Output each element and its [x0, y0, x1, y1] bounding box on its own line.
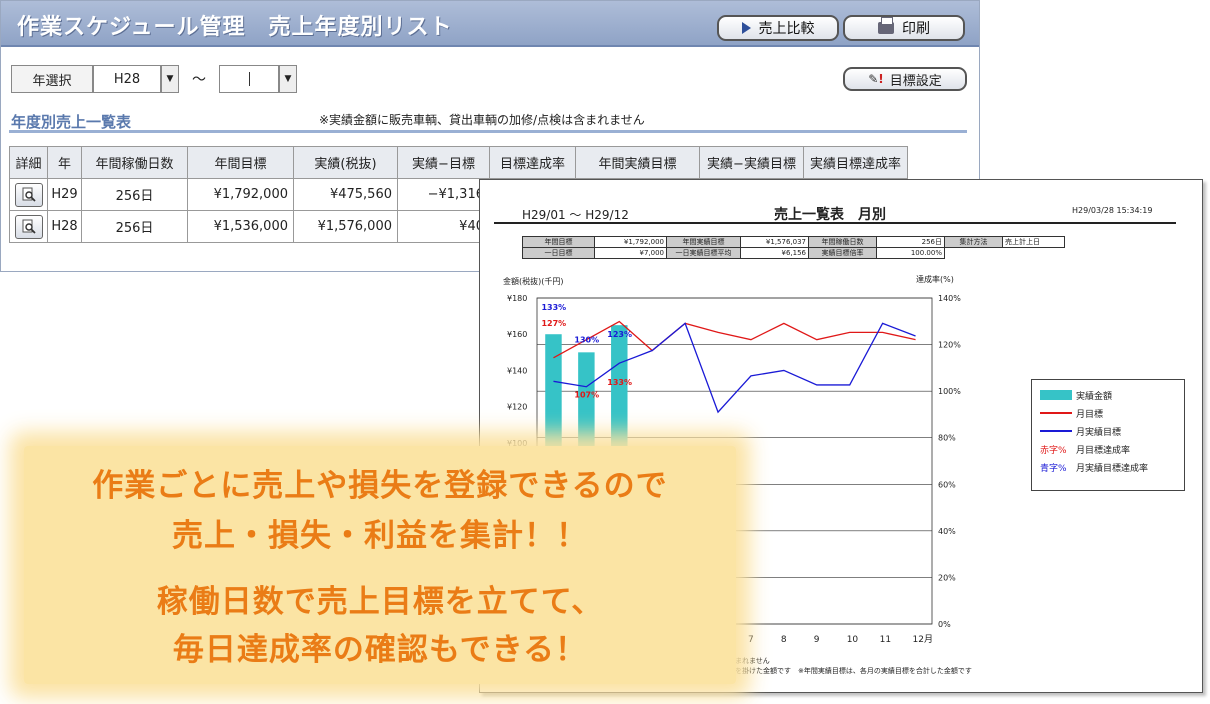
- days-cell: 256日: [81, 178, 188, 211]
- x-tick-label: 12: [913, 635, 924, 645]
- legend-item: 青字% 月実績目標達成率: [1040, 460, 1148, 474]
- callout-line: 売上・損失・利益を集計！！: [172, 518, 588, 554]
- footnote-line: 含まれません: [728, 657, 770, 665]
- legend-swatch: [1040, 430, 1072, 432]
- year-cell: H29: [47, 178, 82, 211]
- legend-label: 月実績目標達成率: [1076, 463, 1149, 474]
- chart-legend: 実績金額 月目標 月実績目標 赤字% 月目標達成率 青字% 月実績目標達成率: [1031, 379, 1185, 491]
- print-button[interactable]: 印刷: [843, 15, 965, 41]
- section-divider: [9, 130, 967, 133]
- chevron-down-icon[interactable]: ▼: [161, 65, 179, 93]
- rate-annotation: 107%: [574, 390, 599, 399]
- compare-button-label: 売上比較: [758, 21, 815, 37]
- section-title: 年度別売上一覧表: [11, 113, 132, 131]
- diff-cell: −¥1,316: [397, 178, 490, 211]
- header-goal-rate: 目標達成率: [489, 146, 576, 179]
- left-tick-label: ¥120: [507, 403, 527, 412]
- header-year: 年: [47, 146, 82, 179]
- magnifier-icon[interactable]: [14, 182, 43, 207]
- x-tick-label: 7: [748, 635, 754, 645]
- legend-key-text: 青字%: [1040, 463, 1067, 474]
- page-title: 作業スケジュール管理 売上年度別リスト: [17, 15, 453, 40]
- callout-line: 毎日達成率の確認もできる！: [172, 632, 588, 668]
- legend-item: 月目標: [1040, 406, 1103, 420]
- table-header-row: 詳細 年 年間稼働日数 年間目標 実績(税抜) 実績−目標 目標達成率 年間実績…: [9, 146, 908, 179]
- legend-item: 赤字% 月目標達成率: [1040, 442, 1130, 456]
- header-working-days: 年間稼働日数: [81, 146, 188, 179]
- actual-cell: ¥1,576,000: [293, 210, 398, 243]
- chevron-down-icon[interactable]: ▼: [279, 65, 297, 93]
- compare-button[interactable]: 売上比較: [717, 15, 839, 41]
- callout-line: 作業ごとに売上や損失を登録できるので: [92, 468, 668, 504]
- diff-cell: ¥40: [397, 210, 490, 243]
- x-tick-label: 10: [847, 635, 859, 645]
- legend-key-text: 赤字%: [1040, 445, 1067, 456]
- promo-callout: 作業ごとに売上や損失を登録できるので 売上・損失・利益を集計！！ 稼働日数で売上…: [24, 446, 736, 684]
- left-tick-label: ¥160: [507, 330, 527, 339]
- y-left-axis-label: 金額(税抜)(千円): [503, 276, 563, 286]
- legend-label: 月目標達成率: [1076, 445, 1131, 456]
- from-year-select[interactable]: H28: [93, 65, 161, 93]
- header-actual-minus-goal: 実績−目標: [397, 146, 490, 179]
- legend-label: 月実績目標: [1076, 427, 1122, 438]
- header-actual: 実績(税抜): [293, 146, 398, 179]
- section-note: ※実績金額に販売車輌、貸出車輌の加修/点検は含まれません: [319, 113, 645, 127]
- printer-icon: [878, 17, 894, 34]
- legend-swatch: [1040, 390, 1072, 400]
- x-tick-label: 8: [781, 635, 787, 645]
- right-tick-label: 80%: [938, 434, 956, 443]
- magnifier-icon[interactable]: [14, 214, 43, 239]
- x-tick-label: 11: [880, 635, 891, 645]
- x-tick-label: 9: [814, 635, 820, 645]
- to-year-select[interactable]: [219, 65, 279, 93]
- right-tick-label: 120%: [938, 341, 961, 350]
- legend-item: 実績金額: [1040, 388, 1112, 402]
- header-detail: 詳細: [9, 146, 48, 179]
- legend-swatch: [1040, 412, 1072, 414]
- rate-annotation: 133%: [607, 378, 632, 387]
- year-select-label: 年選択: [11, 65, 93, 93]
- right-tick-label: 0%: [938, 620, 951, 629]
- range-separator: 〜: [192, 72, 206, 88]
- actual-cell: ¥475,560: [293, 178, 398, 211]
- header-actual-goal-rate: 実績目標達成率: [803, 146, 908, 179]
- header-actual-minus-actual-goal: 実績−実績目標: [699, 146, 804, 179]
- header-annual-goal: 年間目標: [187, 146, 294, 179]
- detail-cell: [9, 210, 48, 243]
- y-right-axis-label: 達成率(%): [916, 274, 954, 284]
- legend-label: 実績金額: [1076, 391, 1113, 402]
- rate-annotation: 127%: [541, 319, 566, 328]
- left-tick-label: ¥180: [507, 294, 527, 303]
- monthly-goal-line: [553, 320, 916, 359]
- title-bar: 作業スケジュール管理 売上年度別リスト 売上比較 印刷: [1, 1, 979, 47]
- year-filter: 年選択 H28 ▼ 〜 ▼: [11, 65, 297, 93]
- goal-cell: ¥1,536,000: [187, 210, 294, 243]
- right-tick-label: 60%: [938, 480, 956, 489]
- report-footnote: 含まれません 率を掛けた金額です ※年間実績目標は、各月の実績目標を合計した金額…: [728, 656, 972, 676]
- left-tick-label: ¥140: [507, 366, 527, 375]
- right-tick-label: 40%: [938, 527, 956, 536]
- goal-settings-button[interactable]: ✎! 目標設定: [843, 67, 967, 91]
- callout-line: 稼働日数で売上目標を立てて、: [156, 584, 604, 620]
- header-annual-actual-goal: 年間実績目標: [575, 146, 700, 179]
- year-cell: H28: [47, 210, 82, 243]
- right-tick-label: 20%: [938, 573, 956, 582]
- print-button-label: 印刷: [902, 21, 930, 37]
- right-tick-label: 140%: [938, 294, 961, 303]
- rate-annotation: 133%: [541, 303, 566, 312]
- rate-annotation: 130%: [574, 335, 599, 344]
- rate-annotation: 123%: [607, 330, 632, 339]
- play-icon: [741, 22, 751, 34]
- days-cell: 256日: [81, 210, 188, 243]
- detail-cell: [9, 178, 48, 211]
- goal-cell: ¥1,792,000: [187, 178, 294, 211]
- right-tick-label: 100%: [938, 387, 961, 396]
- edit-icon: ✎!: [868, 72, 884, 86]
- footnote-line: 率を掛けた金額です ※年間実績目標は、各月の実績目標を合計した金額です: [728, 667, 972, 675]
- legend-label: 月目標: [1076, 409, 1104, 420]
- legend-item: 月実績目標: [1040, 424, 1121, 438]
- x-axis-unit: 月: [924, 634, 933, 645]
- goal-settings-label: 目標設定: [889, 73, 942, 89]
